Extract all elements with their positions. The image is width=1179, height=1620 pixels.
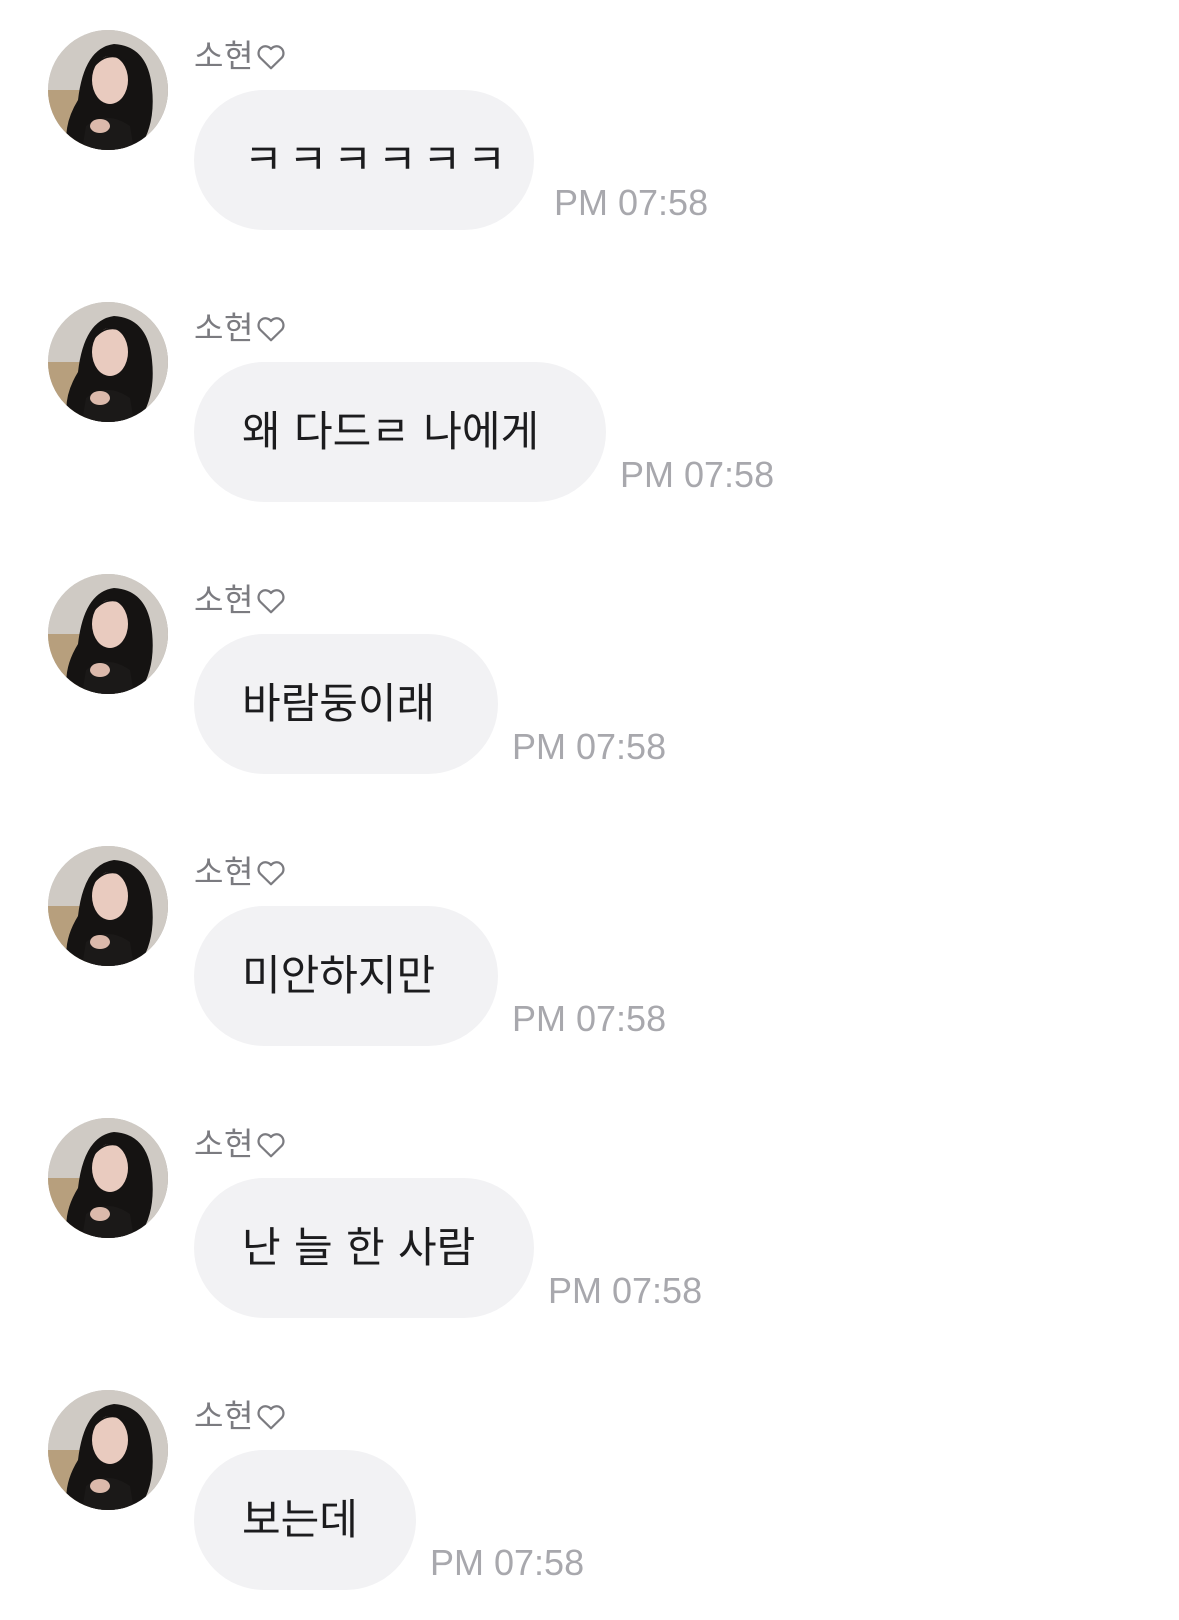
message-time: PM 07:58 xyxy=(512,726,667,767)
message-time: PM 07:58 xyxy=(620,454,775,495)
chat-message-list[interactable]: 소현 ㅋㅋㅋㅋㅋㅋ PM 07:58 소현 왜 다드ㄹ 나에게 PM 07:58 xyxy=(0,0,1179,1610)
sender-name: 소현 xyxy=(194,580,286,620)
message-row: 소현 보는데 PM 07:58 xyxy=(0,1390,1179,1620)
message-time: PM 07:58 xyxy=(512,998,667,1039)
message-bubble[interactable]: 바람둥이래 xyxy=(194,634,498,774)
sender-name: 소현 xyxy=(194,852,286,892)
heart-outline-icon xyxy=(257,45,285,70)
sender-name-text: 소현 xyxy=(194,853,254,891)
heart-outline-icon xyxy=(257,1405,285,1430)
sender-name: 소현 xyxy=(194,308,286,348)
message-row: 소현 바람둥이래 PM 07:58 xyxy=(0,574,1179,804)
sender-name-text: 소현 xyxy=(194,309,254,347)
heart-outline-icon xyxy=(257,861,285,886)
message-time: PM 07:58 xyxy=(548,1270,703,1311)
avatar[interactable] xyxy=(48,846,168,966)
message-text: 보는데 xyxy=(242,1495,358,1544)
message-row: 소현 미안하지만 PM 07:58 xyxy=(0,846,1179,1076)
sender-name: 소현 xyxy=(194,1124,286,1164)
profile-photo-icon xyxy=(48,846,168,966)
message-text: 난 늘 한 사람 xyxy=(242,1223,476,1272)
message-time: PM 07:58 xyxy=(554,182,709,223)
sender-name-text: 소현 xyxy=(194,1397,254,1435)
heart-outline-icon xyxy=(257,1133,285,1158)
heart-outline-icon xyxy=(257,317,285,342)
message-row: 소현 ㅋㅋㅋㅋㅋㅋ PM 07:58 xyxy=(0,30,1179,260)
profile-photo-icon xyxy=(48,574,168,694)
avatar[interactable] xyxy=(48,302,168,422)
profile-photo-icon xyxy=(48,1118,168,1238)
message-row: 소현 난 늘 한 사람 PM 07:58 xyxy=(0,1118,1179,1348)
sender-name-text: 소현 xyxy=(194,37,254,75)
heart-outline-icon xyxy=(257,589,285,614)
sender-name: 소현 xyxy=(194,36,286,76)
profile-photo-icon xyxy=(48,302,168,422)
message-text: ㅋㅋㅋㅋㅋㅋ xyxy=(244,135,512,184)
profile-photo-icon xyxy=(48,1390,168,1510)
sender-name: 소현 xyxy=(194,1396,286,1436)
message-text: 바람둥이래 xyxy=(242,679,436,728)
message-text: 미안하지만 xyxy=(242,951,436,1000)
message-bubble[interactable]: 난 늘 한 사람 xyxy=(194,1178,534,1318)
message-bubble[interactable]: 미안하지만 xyxy=(194,906,498,1046)
sender-name-text: 소현 xyxy=(194,1125,254,1163)
avatar[interactable] xyxy=(48,574,168,694)
sender-name-text: 소현 xyxy=(194,581,254,619)
message-bubble[interactable]: ㅋㅋㅋㅋㅋㅋ xyxy=(194,90,534,230)
avatar[interactable] xyxy=(48,30,168,150)
avatar[interactable] xyxy=(48,1118,168,1238)
message-text: 왜 다드ㄹ 나에게 xyxy=(242,407,540,456)
avatar[interactable] xyxy=(48,1390,168,1510)
message-row: 소현 왜 다드ㄹ 나에게 PM 07:58 xyxy=(0,302,1179,532)
profile-photo-icon xyxy=(48,30,168,150)
message-bubble[interactable]: 보는데 xyxy=(194,1450,416,1590)
message-time: PM 07:58 xyxy=(430,1542,585,1583)
message-bubble[interactable]: 왜 다드ㄹ 나에게 xyxy=(194,362,606,502)
